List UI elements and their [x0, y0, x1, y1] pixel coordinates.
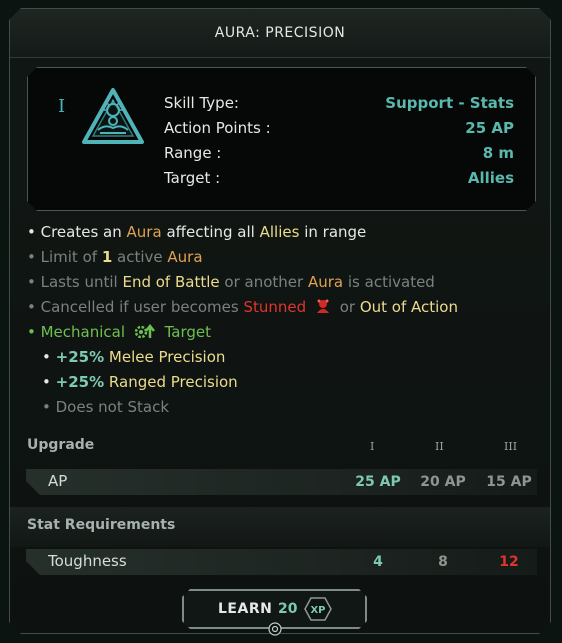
xp-label: XP	[310, 605, 325, 616]
requirement-value-rank-2: 8	[438, 554, 448, 570]
bullet: •	[42, 373, 51, 391]
requirement-value-rank-1: 4	[373, 554, 383, 570]
aura-precision-icon	[80, 86, 146, 150]
learn-label: LEARN	[218, 601, 273, 617]
desc-line-cancel: • Cancelled if user becomes Stunned or O…	[27, 298, 458, 316]
ranged-bonus: +25%	[55, 373, 105, 391]
requirement-value-rank-3: 12	[499, 554, 519, 570]
upgrade-title: Upgrade	[27, 437, 95, 453]
desc-text: • Does not Stack	[42, 398, 170, 416]
info-skill-type: Skill Type: Support - Stats	[164, 94, 514, 118]
desc-line-melee: • +25% Melee Precision	[42, 348, 225, 366]
target-label: Target :	[164, 169, 221, 187]
action-points-label: Action Points :	[164, 119, 271, 137]
upgrade-rank-2: II	[435, 440, 444, 453]
desc-text: • Lasts until	[27, 273, 118, 291]
upgrade-value-rank-1: 25 AP	[355, 474, 401, 490]
xp-icon: XP	[304, 596, 332, 622]
keyword-allies: Allies	[259, 223, 300, 241]
skill-tooltip-panel: AURA: PRECISION I Skill Type: Support - …	[9, 8, 551, 634]
skill-type-label: Skill Type:	[164, 94, 239, 112]
mechanical-icon	[134, 323, 156, 339]
desc-text: or another	[224, 273, 304, 291]
requirement-row-label: Toughness	[48, 552, 127, 570]
desc-text: • Limit of	[27, 248, 98, 266]
target-value: Allies	[467, 169, 514, 187]
range-label: Range :	[164, 144, 222, 162]
upgrade-rank-1: I	[370, 440, 375, 453]
keyword-mechanical: • Mechanical	[27, 323, 126, 341]
desc-text: in range	[304, 223, 367, 241]
upgrade-rank-3: III	[504, 440, 518, 453]
info-range: Range : 8 m	[164, 144, 514, 168]
bullet: •	[42, 348, 51, 366]
keyword-out-of-action: Out of Action	[359, 298, 458, 316]
upgrade-value-rank-2: 20 AP	[420, 474, 466, 490]
desc-text: • Creates an	[27, 223, 122, 241]
desc-line-duration: • Lasts until End of Battle or another A…	[27, 273, 435, 291]
upgrade-row-label: AP	[48, 472, 68, 490]
info-target: Target : Allies	[164, 169, 514, 193]
requirements-title: Stat Requirements	[27, 517, 176, 533]
rank-mark: I	[58, 96, 66, 117]
panel-header: AURA: PRECISION	[10, 9, 550, 58]
upgrade-value-rank-3: 15 AP	[486, 474, 532, 490]
action-points-value: 25 AP	[465, 119, 514, 137]
desc-line-limit: • Limit of 1 active Aura	[27, 248, 203, 266]
keyword-ranged-precision: Ranged Precision	[108, 373, 238, 391]
keyword-end-of-battle: End of Battle	[122, 273, 220, 291]
desc-line-ranged: • +25% Ranged Precision	[42, 373, 238, 391]
desc-line-mechanical: • Mechanical Target	[27, 323, 211, 341]
skill-info-box: I Skill Type: Support - Stats Action Poi…	[27, 67, 536, 211]
desc-text: is activated	[347, 273, 435, 291]
desc-line-stack: • Does not Stack	[42, 398, 169, 416]
desc-line-aura: • Creates an Aura affecting all Allies i…	[27, 223, 366, 241]
desc-text: • Cancelled if user becomes	[27, 298, 239, 316]
limit-value: 1	[101, 248, 113, 266]
skill-title: AURA: PRECISION	[214, 25, 346, 41]
keyword-target: Target	[164, 323, 211, 341]
keyword-aura: Aura	[307, 273, 344, 291]
skill-type-value: Support - Stats	[385, 94, 514, 112]
hint-icon	[268, 622, 282, 636]
keyword-aura: Aura	[167, 248, 203, 266]
stunned-icon	[315, 298, 331, 314]
range-value: 8 m	[482, 144, 514, 162]
melee-bonus: +25%	[55, 348, 105, 366]
info-action-points: Action Points : 25 AP	[164, 119, 514, 143]
keyword-aura: Aura	[126, 223, 162, 241]
desc-text: affecting all	[166, 223, 255, 241]
learn-cost: 20	[278, 601, 298, 617]
desc-text: or	[339, 298, 356, 316]
keyword-stunned: Stunned	[243, 298, 307, 316]
keyword-melee-precision: Melee Precision	[108, 348, 226, 366]
desc-text: active	[117, 248, 163, 266]
